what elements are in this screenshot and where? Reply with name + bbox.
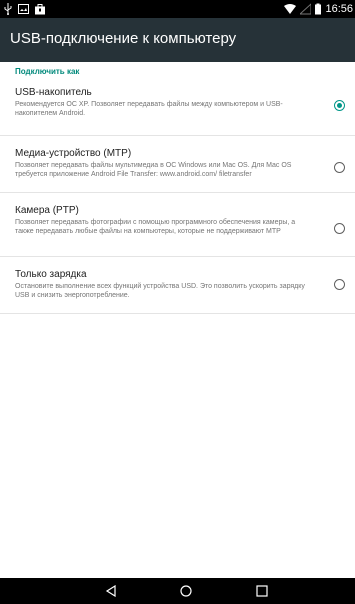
option-title: Камера (PTP) [15, 205, 79, 216]
status-right-icons: 16:56 [284, 2, 353, 16]
option-summary: Позволяет передавать фотографии с помощь… [15, 219, 296, 235]
no-signal-icon [300, 3, 312, 15]
usb-icon [4, 3, 12, 15]
recent-apps-button[interactable] [254, 583, 270, 599]
option-summary: Остановите выполнение всех функций устро… [15, 283, 305, 299]
option-title: Только зарядка [15, 269, 87, 280]
shopping-bag-icon [35, 4, 45, 15]
wifi-icon [284, 4, 297, 14]
navigation-bar [0, 578, 355, 604]
option-mtp[interactable]: Медиа-устройство (MTP) Позволяет передав… [0, 136, 355, 193]
action-bar: USB-подключение к компьютеру [0, 18, 355, 62]
status-left-icons [4, 2, 45, 16]
section-header: Подключить как [15, 67, 80, 76]
option-charge-only[interactable]: Только зарядка Остановите выполнение все… [0, 257, 355, 314]
status-time: 16:56 [325, 3, 353, 15]
status-bar: 16:56 [0, 0, 355, 18]
option-usb-storage[interactable]: USB-накопитель Рекомендуется ОС XP. Позв… [0, 82, 355, 136]
radio-button[interactable] [334, 279, 345, 290]
option-title: Медиа-устройство (MTP) [15, 148, 132, 159]
option-summary: Рекомендуется ОС XP. Позволяет передават… [15, 101, 283, 117]
recent-apps-icon [256, 585, 268, 597]
option-summary: Позволяет передавать файлы мультимедиа в… [15, 162, 292, 178]
usb-options-list: Подключить как USB-накопитель Рекомендуе… [0, 62, 355, 314]
battery-icon [315, 3, 322, 15]
image-icon [18, 4, 29, 14]
page-title: USB-подключение к компьютеру [10, 30, 237, 47]
home-button[interactable] [178, 583, 194, 599]
option-title: USB-накопитель [15, 87, 92, 98]
option-ptp[interactable]: Камера (PTP) Позволяет передавать фотогр… [0, 193, 355, 257]
radio-button[interactable] [334, 223, 345, 234]
back-icon [105, 585, 116, 597]
home-icon [180, 585, 192, 597]
radio-button-checked[interactable] [334, 100, 345, 111]
back-button[interactable] [103, 583, 119, 599]
radio-button[interactable] [334, 162, 345, 173]
